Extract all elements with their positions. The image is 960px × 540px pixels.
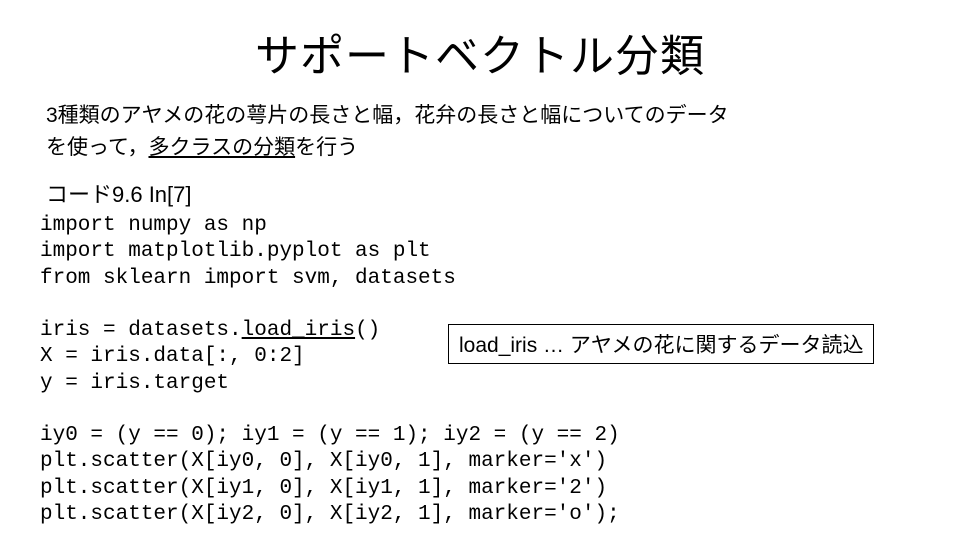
code-line-10: plt.scatter(X[iy0, 0], X[iy0, 1], marker… — [40, 450, 607, 473]
code-line-6: X = iris.data[:, 0:2] — [40, 345, 305, 368]
code-line-5-post: () — [355, 319, 380, 342]
page-title: サポートベクトル分類 — [40, 20, 920, 84]
code-label: コード9.6 In[7] — [46, 177, 920, 209]
description-line2-pre: を使って， — [46, 136, 148, 159]
code-line-5-pre: iris = datasets. — [40, 319, 242, 342]
code-line-9: iy0 = (y == 0); iy1 = (y == 1); iy2 = (y… — [40, 424, 620, 447]
code-line-5-func: load_iris — [242, 319, 355, 342]
slide: サポートベクトル分類 3種類のアヤメの花の萼片の長さと幅，花弁の長さと幅について… — [0, 0, 960, 540]
description: 3種類のアヤメの花の萼片の長さと幅，花弁の長さと幅についてのデータ を使って，多… — [46, 100, 920, 163]
code-line-11: plt.scatter(X[iy1, 0], X[iy1, 1], marker… — [40, 477, 607, 500]
code-block: import numpy as np import matplotlib.pyp… — [40, 213, 920, 528]
code-line-7: y = iris.target — [40, 372, 229, 395]
code-line-1: import numpy as np — [40, 214, 267, 237]
description-line2-underlined: 多クラスの分類 — [148, 136, 295, 159]
description-line1: 3種類のアヤメの花の萼片の長さと幅，花弁の長さと幅についてのデータ — [46, 104, 729, 127]
code-line-12: plt.scatter(X[iy2, 0], X[iy2, 1], marker… — [40, 503, 620, 526]
callout-box: load_iris … アヤメの花に関するデータ読込 — [448, 324, 874, 364]
code-line-3: from sklearn import svm, datasets — [40, 267, 456, 290]
code-line-2: import matplotlib.pyplot as plt — [40, 240, 431, 263]
description-line2-post: を行う — [295, 136, 358, 159]
